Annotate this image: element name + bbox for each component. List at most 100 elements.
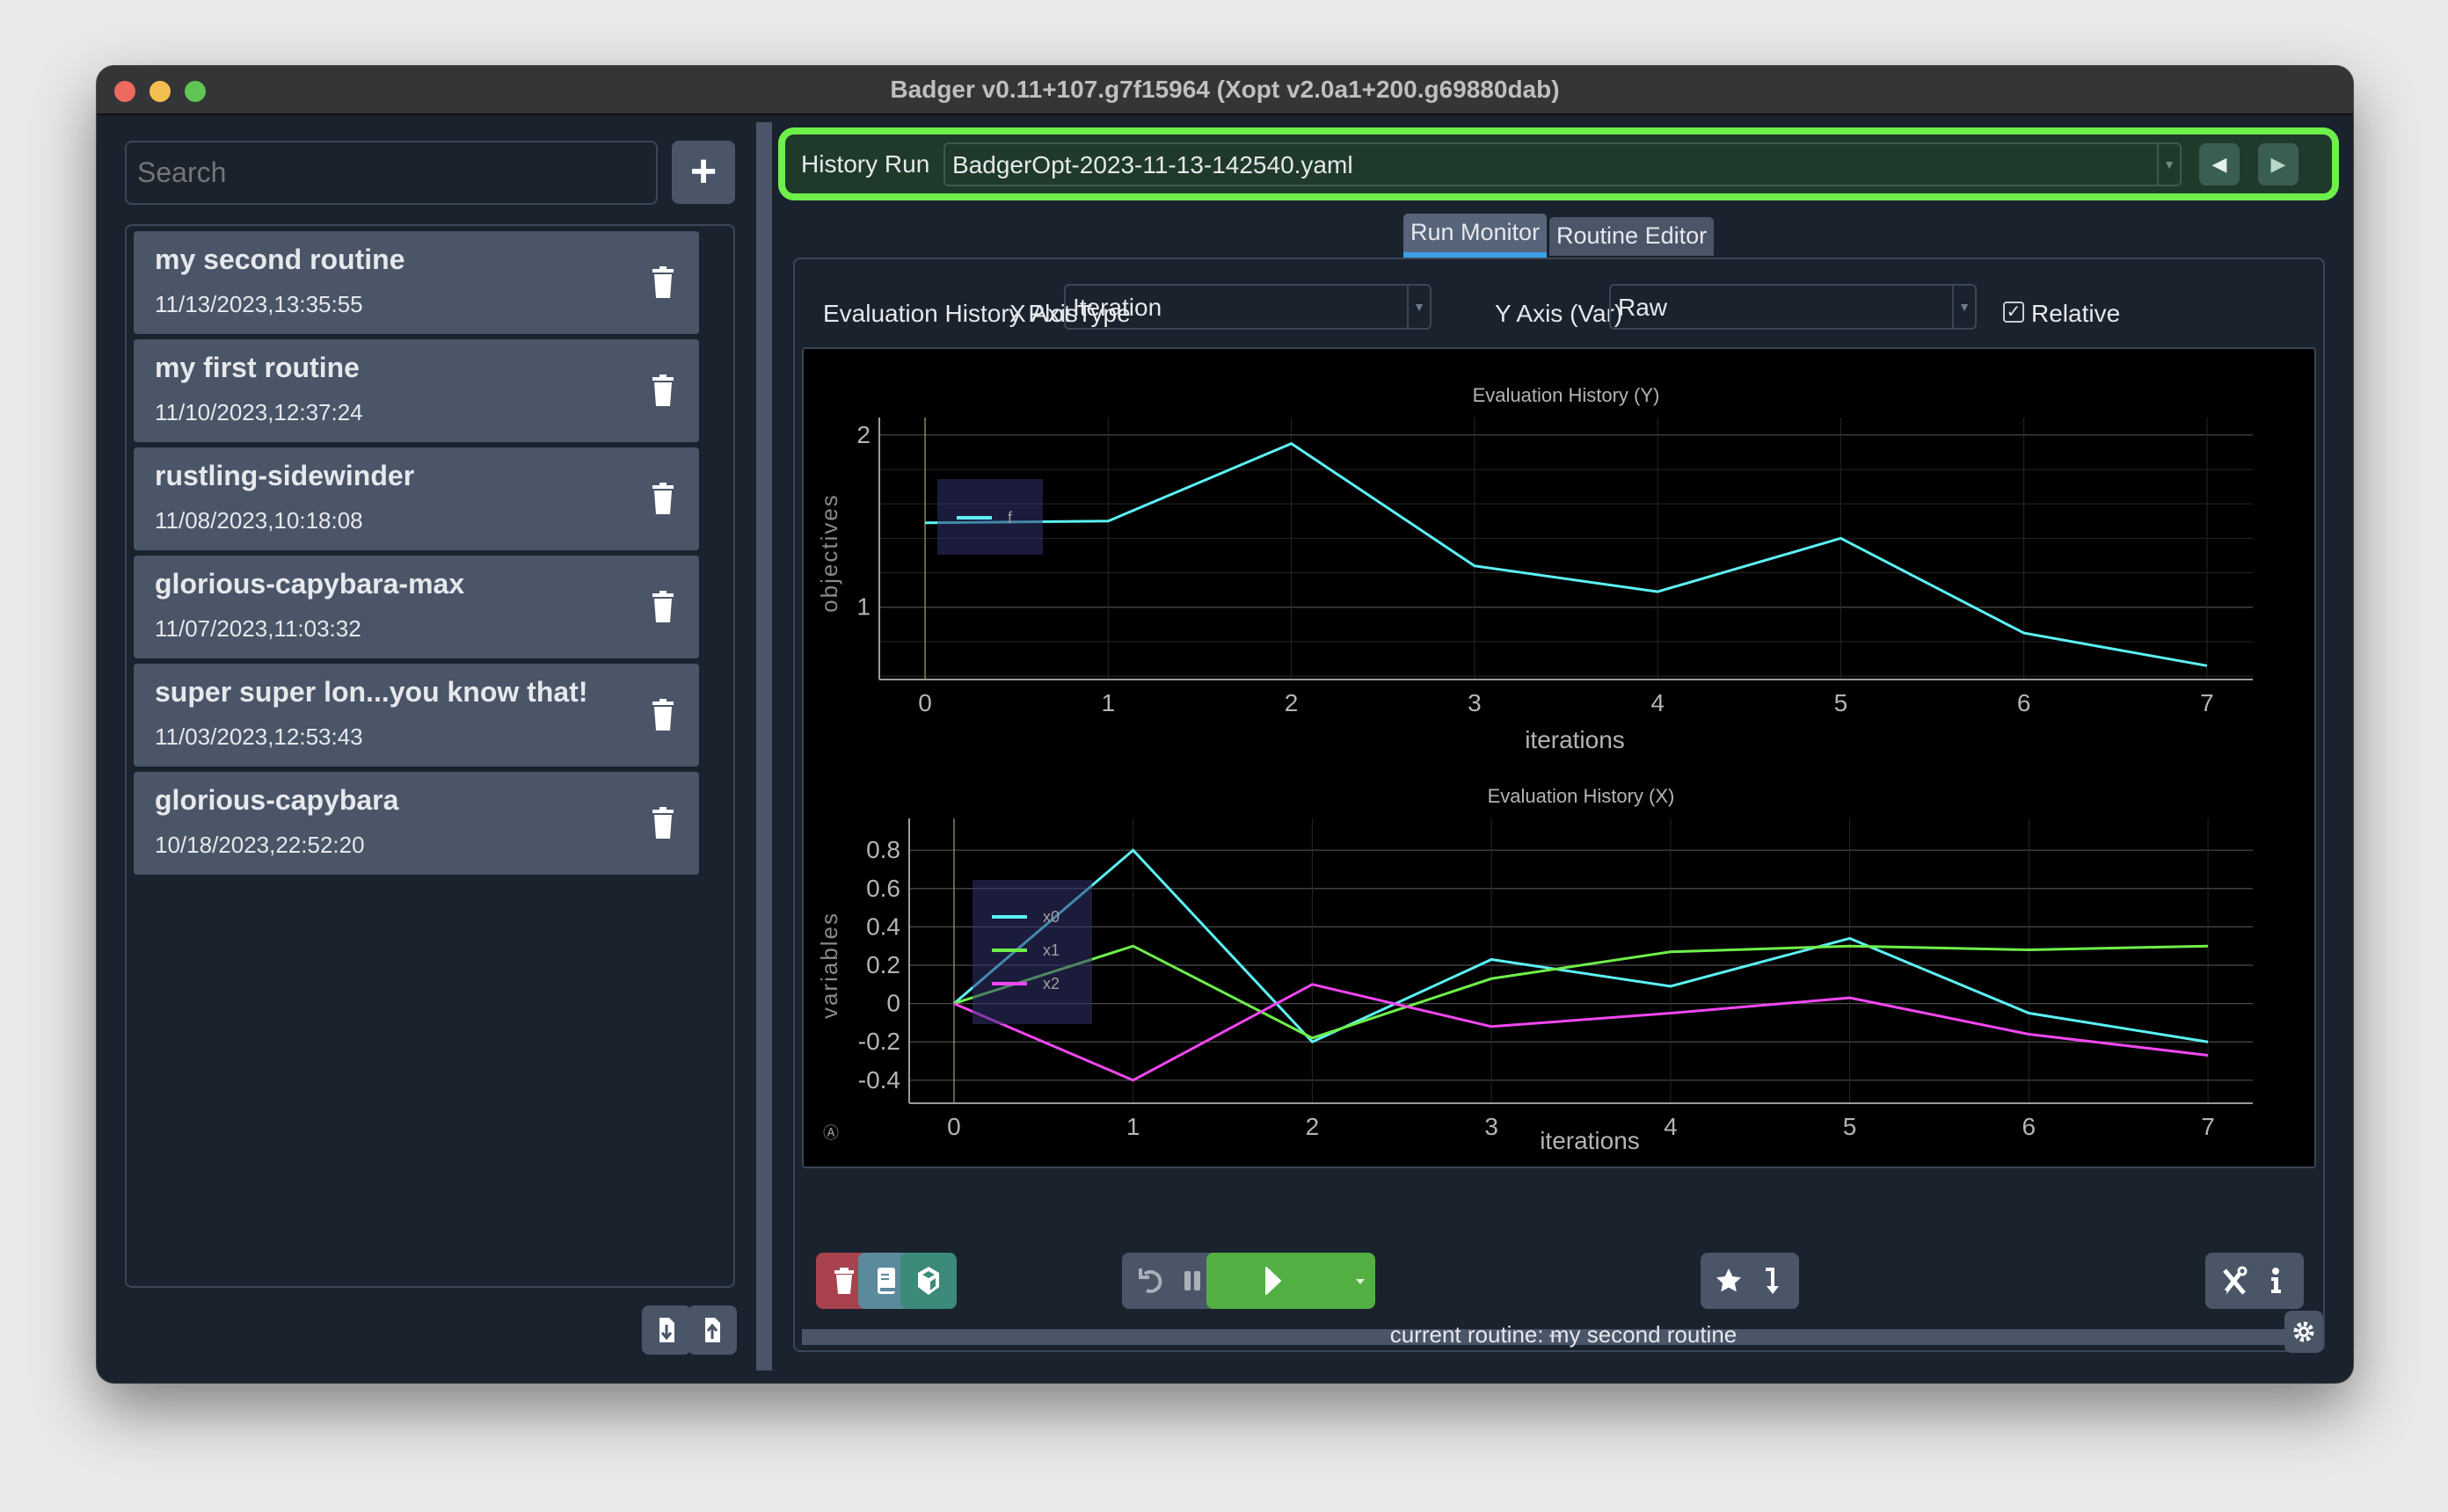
check-icon: ✓ [2006,302,2022,322]
autoscale-icon: Ⓐ [823,1124,839,1142]
history-run-value: BadgerOpt-2023-11-13-142540.yaml [952,151,1353,178]
info-button[interactable] [2248,1253,2304,1309]
panel-splitter[interactable] [756,122,772,1370]
x-axis-value: Iteration [1073,294,1162,321]
arrow-down-icon [1766,1268,1779,1294]
x-axis-label: iterations [1525,726,1625,753]
x-tick-label: 6 [2017,689,2031,716]
x-tick-label: 2 [1285,689,1299,716]
x-tick-label: 4 [1664,1113,1678,1140]
routine-name: my second routine [155,244,405,275]
pause-icon [1184,1271,1200,1290]
plot-area[interactable]: Evaluation History (Y) 1 2 0 1 2 3 4 5 6 7 iteratio… [802,347,2316,1168]
routine-item[interactable]: glorious-capybara 10/18/2023,22:52:20 [134,772,699,875]
y-tick-label: 0 [886,990,900,1017]
delete-routine-icon[interactable] [650,699,676,731]
routine-date: 11/10/2023,12:37:24 [155,399,363,425]
window-title: Badger v0.11+107.g7f15964 (Xopt v2.0a1+2… [890,76,1560,103]
x-axis-select[interactable]: Iteration ▼ [1064,284,1432,330]
title-bar: Badger v0.11+107.g7f15964 (Xopt v2.0a1+2… [97,66,2353,115]
y-tick-label: 2 [856,421,871,448]
routine-item[interactable]: my first routine 11/10/2023,12:37:24 [134,339,699,442]
trash-icon [834,1268,854,1294]
routine-date: 11/07/2023,11:03:32 [155,615,361,642]
routine-item[interactable]: glorious-capybara-max 11/07/2023,11:03:32 [134,556,699,658]
history-run-select[interactable]: BadgerOpt-2023-11-13-142540.yaml ▼ [944,142,2182,186]
routine-date: 11/03/2023,12:53:43 [155,723,363,750]
routine-date: 11/08/2023,10:18:08 [155,507,363,534]
delete-routine-icon[interactable] [650,591,676,622]
cube-icon [918,1267,939,1295]
x-tick-label: 0 [918,689,932,716]
environment-button[interactable] [900,1253,957,1309]
x-tick-label: 6 [2022,1113,2036,1140]
legend-label: x0 [1043,908,1060,926]
y-axis-select[interactable]: Raw ▼ [1609,284,1977,330]
legend-label: x2 [1043,975,1060,992]
y-tick-label: 0.2 [866,951,900,978]
chevron-down-icon [1356,1279,1365,1284]
y-tick-label: -0.2 [858,1028,900,1055]
legend-box [973,880,1092,1024]
chevron-down-icon: ▼ [1407,286,1430,328]
prev-run-button[interactable]: ◀ [2199,143,2240,185]
x-tick-label: 3 [1468,689,1482,716]
y-tick-label: 0.4 [866,912,900,940]
tab-run-monitor[interactable]: Run Monitor [1403,214,1548,258]
routine-date: 11/13/2023,13:35:55 [155,291,363,317]
book-icon [878,1268,895,1294]
x-tick-label: 3 [1484,1113,1498,1140]
chevron-down-icon: ▼ [1952,286,1975,328]
undo-icon [1139,1268,1162,1293]
search-input[interactable] [125,141,658,205]
series-line-f [925,441,2208,667]
caret-right-icon: ▶ [2270,153,2286,175]
y-tick-label: 1 [856,593,871,621]
tab-routine-editor[interactable]: Routine Editor [1549,217,1715,256]
series-line-x0 [952,848,2209,1044]
chart-title: Evaluation History (Y) [1473,384,1660,406]
chevron-down-icon: ▼ [2157,144,2180,185]
routine-list: my second routine 11/13/2023,13:35:55 my f… [125,224,735,1288]
routine-name: glorious-capybara [155,784,399,816]
run-button[interactable] [1206,1253,1375,1309]
next-run-button[interactable]: ▶ [2258,143,2299,185]
routine-item[interactable]: my second routine 11/13/2023,13:35:55 [134,231,699,334]
x-tick-label: 1 [1102,689,1116,716]
routine-date: 10/18/2023,22:52:20 [155,832,365,858]
evaluation-history-plots: Evaluation History (Y) 1 2 0 1 2 3 4 5 6 7 iteratio… [816,384,2253,1154]
y-tick-label: 0.6 [866,875,900,902]
dial-in-button[interactable] [1743,1253,1799,1309]
settings-button[interactable] [2284,1311,2323,1353]
run-monitor-panel: Evaluation History Plot Type X Axis Iter… [793,258,2325,1352]
routine-item[interactable]: rustling-sidewinder 11/08/2023,10:18:08 [134,447,699,550]
x-tick-label: 1 [1126,1113,1140,1140]
delete-routine-icon[interactable] [650,483,676,514]
y-axis-label: variables [816,912,842,1019]
app-window: Badger v0.11+107.g7f15964 (Xopt v2.0a1+2… [97,66,2353,1383]
x-tick-label: 5 [1843,1113,1857,1140]
routine-name: glorious-capybara-max [155,568,465,600]
routine-item[interactable]: super super lon...you know that! 11/03/20… [134,664,699,767]
x-tick-label: 5 [1834,689,1848,716]
x-tick-label: 7 [2200,689,2214,716]
play-icon [1265,1267,1365,1295]
add-routine-button[interactable]: + [672,141,735,204]
delete-routine-icon[interactable] [650,807,676,839]
caret-left-icon: ◀ [2211,153,2227,175]
info-icon [2271,1268,2281,1293]
x-axis-label: iterations [1540,1127,1640,1154]
series-line-x1 [953,944,2209,1040]
routine-name: rustling-sidewinder [155,460,415,491]
relative-checkbox[interactable]: ✓ [2003,302,2024,323]
delete-routine-icon[interactable] [650,266,676,298]
delete-routine-icon[interactable] [650,374,676,406]
chart-0: Evaluation History (Y) 1 2 0 1 2 3 4 5 6 7 iteratio… [816,384,2253,753]
y-axis-label: Y Axis (Var) [1495,300,1623,327]
y-axis-value: Raw [1618,294,1668,321]
history-run-bar: History Run BadgerOpt-2023-11-13-142540.… [778,127,2339,200]
history-run-label: History Run [801,150,930,178]
series-line-x2 [953,983,2209,1082]
chart-title: Evaluation History (X) [1488,785,1675,807]
gear-icon [2293,1321,2314,1342]
